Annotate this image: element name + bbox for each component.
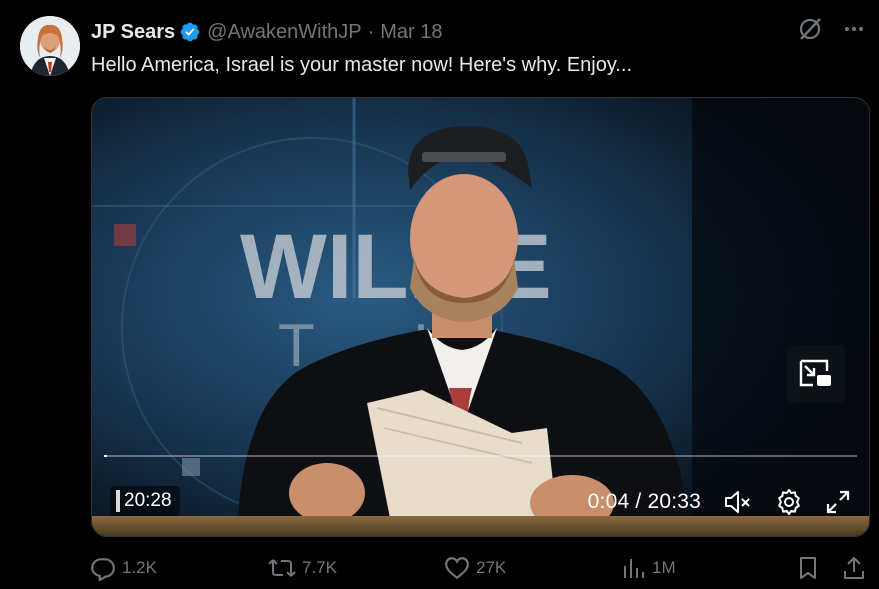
tweet-text: Hello America, Israel is your master now…	[91, 54, 633, 76]
reply-button[interactable]: 1.2K	[90, 555, 157, 581]
like-icon	[445, 557, 469, 580]
remaining-time: 20:28	[124, 490, 172, 511]
remaining-bar-icon	[116, 490, 120, 512]
repost-icon	[268, 559, 296, 577]
author-name[interactable]: JP Sears	[91, 21, 175, 44]
video-progress-bar[interactable]	[104, 455, 857, 457]
views-button[interactable]: 1M	[622, 555, 676, 581]
tweet-header: JP Sears @AwakenWithJP · Mar 18	[91, 20, 443, 44]
like-count: 27K	[476, 558, 507, 577]
mute-icon[interactable]	[723, 489, 753, 515]
pip-icon	[799, 359, 831, 387]
share-button[interactable]	[842, 555, 866, 581]
share-icon	[844, 556, 864, 579]
remaining-time-badge: 20:28	[110, 486, 180, 516]
avatar[interactable]	[20, 16, 80, 76]
verified-badge-icon[interactable]	[179, 21, 201, 43]
video-player[interactable]: WILLIE T U 20:28	[91, 97, 870, 537]
reply-count: 1.2K	[122, 558, 157, 577]
playback-time: 0:04 / 20:33	[587, 490, 701, 513]
video-progress-fill	[104, 455, 107, 457]
views-icon	[624, 559, 644, 578]
grok-icon[interactable]	[797, 16, 823, 42]
tweet-top-actions	[797, 16, 865, 42]
more-icon[interactable]	[843, 18, 865, 40]
video-frame: WILLIE T U	[92, 98, 869, 536]
settings-icon[interactable]	[775, 488, 803, 516]
repost-button[interactable]: 7.7K	[268, 555, 337, 581]
like-button[interactable]: 27K	[444, 555, 506, 581]
bookmark-button[interactable]	[796, 555, 820, 581]
author-handle[interactable]: @AwakenWithJP	[207, 21, 361, 44]
reply-icon	[91, 558, 115, 581]
avatar-image	[20, 16, 80, 76]
fullscreen-icon[interactable]	[825, 489, 851, 515]
repost-count: 7.7K	[302, 558, 337, 577]
tweet-actions: 1.2K 7.7K 27K 1M	[90, 555, 865, 585]
picture-in-picture-button[interactable]	[787, 345, 845, 403]
view-count: 1M	[652, 558, 676, 577]
separator-dot: ·	[367, 20, 375, 43]
tweet-date[interactable]: Mar 18	[380, 21, 442, 44]
bookmark-icon	[800, 557, 816, 579]
video-controls: 0:04 / 20:33	[588, 485, 851, 519]
